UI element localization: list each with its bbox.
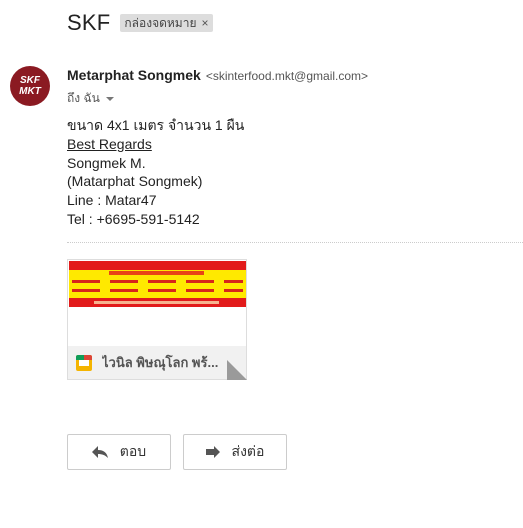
forward-button[interactable]: ส่งต่อ — [183, 434, 287, 470]
chevron-down-icon[interactable] — [105, 96, 114, 101]
forward-label: ส่งต่อ — [231, 443, 265, 459]
attachment-footer: ไวนิล พิษณุโลก พร้... — [68, 346, 246, 379]
body-line: Tel : +6695-591-5142 — [67, 210, 200, 227]
recipient-details-toggle[interactable]: ถึง ฉัน — [67, 89, 114, 108]
forward-icon — [205, 446, 220, 458]
to-line: ถึง ฉัน — [67, 91, 100, 105]
sender-avatar[interactable]: SKF MKT — [10, 66, 50, 106]
attachment-thumbnail — [69, 261, 246, 307]
google-slides-icon — [76, 354, 92, 371]
attachment-name: ไวนิล พิษณุโลก พร้... — [102, 355, 219, 370]
sender-row: Metarphat Songmek <skinterfood.mkt@gmail… — [67, 67, 368, 83]
sender-name[interactable]: Metarphat Songmek — [67, 67, 201, 83]
body-line: Line : Matar47 — [67, 192, 157, 209]
avatar-text-line2: MKT — [19, 86, 41, 97]
sender-email: <skinterfood.mkt@gmail.com> — [205, 69, 369, 83]
body-line: ขนาด 4x1 เมตร จำนวน 1 ผืน — [67, 117, 245, 133]
divider — [67, 242, 523, 243]
remove-label-icon[interactable]: × — [202, 16, 209, 30]
email-body: ขนาด 4x1 เมตร จำนวน 1 ผืน Best Regards S… — [67, 116, 244, 229]
subject-row: SKF กล่องจดหมาย × — [67, 10, 213, 36]
avatar-text-line1: SKF — [20, 75, 40, 86]
page-fold-corner — [227, 360, 247, 380]
attachment-card[interactable]: ไวนิล พิษณุโลก พร้... — [67, 259, 247, 380]
reply-icon — [91, 446, 108, 458]
body-line: (Matarphat Songmek) — [67, 173, 203, 190]
label-chip-text: กล่องจดหมาย — [124, 15, 197, 30]
body-line: Best Regards — [67, 135, 152, 152]
reply-button[interactable]: ตอบ — [67, 434, 171, 470]
reply-label: ตอบ — [119, 443, 147, 459]
inbox-label-chip[interactable]: กล่องจดหมาย × — [120, 14, 213, 32]
email-subject: SKF — [67, 10, 111, 35]
body-line: Songmek M. — [67, 154, 146, 171]
